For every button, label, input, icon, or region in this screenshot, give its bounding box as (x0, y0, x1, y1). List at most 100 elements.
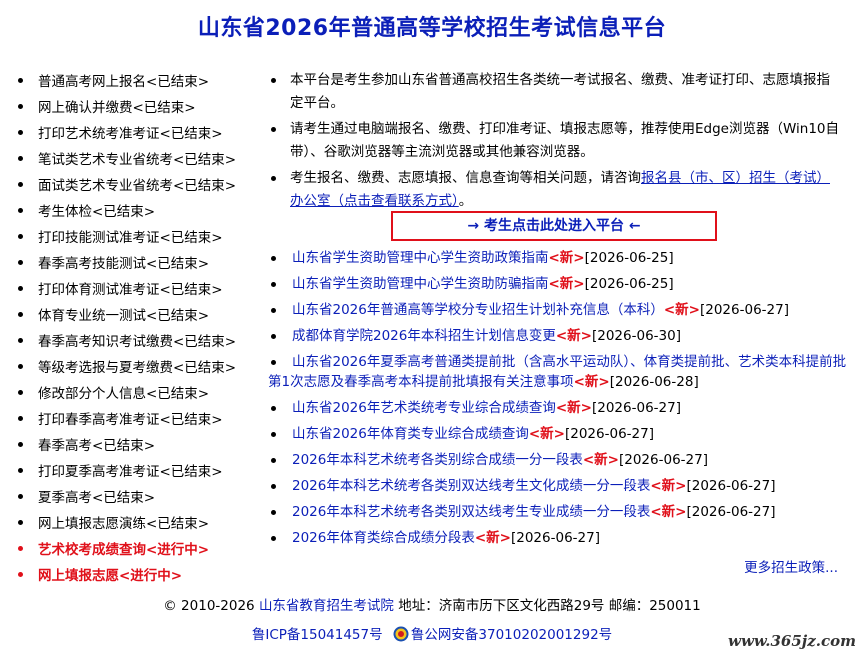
news-date: [2026-06-27] (686, 478, 776, 494)
news-link[interactable]: 2026年体育类综合成绩分段表 (292, 530, 475, 546)
police-record-link[interactable]: 鲁公网安备37010202001292号 (411, 627, 612, 643)
enter-platform-button[interactable]: → 考生点击此处进入平台 ← (391, 211, 717, 241)
menu-item-label[interactable]: 体育专业统一测试<已结束> (38, 308, 209, 324)
menu-item[interactable]: 打印体育测试准考证<已结束> (16, 277, 266, 303)
menu-item-label[interactable]: 修改部分个人信息<已结束> (38, 386, 209, 402)
footer-copyright: © 2010-2026 山东省教育招生考试院 地址：济南市历下区文化西路29号 … (0, 594, 864, 614)
new-badge: <新> (663, 302, 700, 318)
icp-link[interactable]: 鲁ICP备15041457号 (252, 627, 383, 643)
menu-item[interactable]: 网上填报志愿演练<已结束> (16, 511, 266, 537)
bullet-icon (18, 416, 23, 421)
menu-item[interactable]: 春季高考知识考试缴费<已结束> (16, 329, 266, 355)
bullet-icon (18, 312, 23, 317)
news-item: 山东省2026年夏季高考普通类提前批（含高水平运动队）、体育类提前批、艺术类本科… (268, 352, 848, 392)
menu-item[interactable]: 艺术校考成绩查询<进行中> (16, 537, 266, 563)
menu-item-label[interactable]: 网上填报志愿演练<已结束> (38, 516, 209, 532)
news-date: [2026-06-27] (618, 452, 708, 468)
news-date: [2026-06-25] (584, 276, 674, 292)
news-item: 山东省2026年普通高等学校分专业招生计划补充信息（本科）<新>[2026-06… (268, 300, 848, 320)
menu-item-label[interactable]: 夏季高考<已结束> (38, 490, 155, 506)
menu-item[interactable]: 春季高考技能测试<已结束> (16, 251, 266, 277)
bullet-icon (18, 260, 23, 265)
menu-item-label[interactable]: 面试类艺术专业省统考<已结束> (38, 178, 236, 194)
news-link[interactable]: 山东省2026年体育类专业综合成绩查询 (292, 426, 529, 442)
menu-item[interactable]: 网上确认并缴费<已结束> (16, 95, 266, 121)
notice-item: 请考生通过电脑端报名、缴费、打印准考证、填报志愿等，推荐使用Edge浏览器（Wi… (268, 118, 842, 164)
menu-item[interactable]: 打印夏季高考准考证<已结束> (16, 459, 266, 485)
menu-item-label[interactable]: 春季高考技能测试<已结束> (38, 256, 209, 272)
menu-item-label[interactable]: 打印艺术统考准考证<已结束> (38, 126, 223, 142)
news-date: [2026-06-27] (699, 302, 789, 318)
menu-item-label[interactable]: 打印体育测试准考证<已结束> (38, 282, 223, 298)
page-title: 山东省2026年普通高等学校招生考试信息平台 (197, 16, 667, 41)
bullet-icon (271, 510, 276, 515)
news-link[interactable]: 山东省2026年夏季高考普通类提前批（含高水平运动队）、体育类提前批、艺术类本科… (268, 354, 846, 390)
menu-item-label[interactable]: 笔试类艺术专业省统考<已结束> (38, 152, 236, 168)
menu-item[interactable]: 等级考选报与夏考缴费<已结束> (16, 355, 266, 381)
notice-list: 本平台是考生参加山东省普通高校招生各类统一考试报名、缴费、准考证打印、志愿填报指… (268, 69, 842, 216)
address-text: 地址：济南市历下区文化西路29号 邮编：250011 (393, 598, 701, 614)
new-badge: <新> (650, 504, 687, 520)
news-date: [2026-06-27] (686, 504, 776, 520)
news-item: 2026年本科艺术统考各类别综合成绩一分一段表<新>[2026-06-27] (268, 450, 848, 470)
notice-item: 考生报名、缴费、志愿填报、信息查询等相关问题，请咨询报名县（市、区）招生（考试）… (268, 167, 842, 213)
news-link[interactable]: 成都体育学院2026年本科招生计划信息变更 (292, 328, 556, 344)
news-item: 2026年本科艺术统考各类别双达线考生专业成绩一分一段表<新>[2026-06-… (268, 502, 848, 522)
menu-item-label[interactable]: 考生体检<已结束> (38, 204, 155, 220)
menu-item[interactable]: 网上填报志愿<进行中> (16, 563, 266, 589)
news-link[interactable]: 山东省2026年普通高等学校分专业招生计划补充信息（本科） (292, 302, 664, 318)
news-date: [2026-06-27] (564, 426, 654, 442)
menu-item-label[interactable]: 网上确认并缴费<已结束> (38, 100, 196, 116)
news-date: [2026-06-28] (609, 374, 699, 390)
news-item: 成都体育学院2026年本科招生计划信息变更<新>[2026-06-30] (268, 326, 848, 346)
new-badge: <新> (555, 328, 592, 344)
bullet-icon (271, 334, 276, 339)
news-link[interactable]: 2026年本科艺术统考各类别双达线考生专业成绩一分一段表 (292, 504, 650, 520)
menu-item-label[interactable]: 春季高考<已结束> (38, 438, 155, 454)
news-link[interactable]: 山东省2026年艺术类统考专业综合成绩查询 (292, 400, 556, 416)
news-link[interactable]: 2026年本科艺术统考各类别综合成绩一分一段表 (292, 452, 583, 468)
notice-item: 本平台是考生参加山东省普通高校招生各类统一考试报名、缴费、准考证打印、志愿填报指… (268, 69, 842, 115)
menu-item-label[interactable]: 打印夏季高考准考证<已结束> (38, 464, 223, 480)
new-badge: <新> (474, 530, 511, 546)
menu-item[interactable]: 面试类艺术专业省统考<已结束> (16, 173, 266, 199)
menu-item-label[interactable]: 打印春季高考准考证<已结束> (38, 412, 223, 428)
news-item: 山东省学生资助管理中心学生资助政策指南<新>[2026-06-25] (268, 248, 848, 268)
menu-item[interactable]: 笔试类艺术专业省统考<已结束> (16, 147, 266, 173)
bullet-icon (271, 484, 276, 489)
bullet-icon (18, 208, 23, 213)
menu-item[interactable]: 春季高考<已结束> (16, 433, 266, 459)
menu-item[interactable]: 打印艺术统考准考证<已结束> (16, 121, 266, 147)
menu-item[interactable]: 打印技能测试准考证<已结束> (16, 225, 266, 251)
menu-item-label[interactable]: 打印技能测试准考证<已结束> (38, 230, 223, 246)
page: 山东省2026年普通高等学校招生考试信息平台 普通高考网上报名<已结束> 网上确认… (0, 0, 864, 658)
news-item: 山东省2026年艺术类统考专业综合成绩查询<新>[2026-06-27] (268, 398, 848, 418)
bullet-icon (271, 176, 276, 181)
menu-item[interactable]: 修改部分个人信息<已结束> (16, 381, 266, 407)
menu-item-label[interactable]: 网上填报志愿<进行中> (38, 568, 182, 584)
bullet-icon (18, 130, 23, 135)
notice-text: 本平台是考生参加山东省普通高校招生各类统一考试报名、缴费、准考证打印、志愿填报指… (290, 72, 830, 111)
new-badge: <新> (548, 276, 585, 292)
news-link[interactable]: 山东省学生资助管理中心学生资助政策指南 (292, 250, 549, 266)
menu-item[interactable]: 夏季高考<已结束> (16, 485, 266, 511)
menu-item-label[interactable]: 春季高考知识考试缴费<已结束> (38, 334, 236, 350)
menu-item-label[interactable]: 普通高考网上报名<已结束> (38, 74, 209, 90)
bullet-icon (18, 286, 23, 291)
bullet-icon (18, 390, 23, 395)
news-link[interactable]: 2026年本科艺术统考各类别双达线考生文化成绩一分一段表 (292, 478, 650, 494)
bullet-icon (271, 536, 276, 541)
org-link[interactable]: 山东省教育招生考试院 (259, 598, 394, 614)
news-link[interactable]: 山东省学生资助管理中心学生资助防骗指南 (292, 276, 549, 292)
menu-item[interactable]: 打印春季高考准考证<已结束> (16, 407, 266, 433)
bullet-icon (18, 442, 23, 447)
menu-item-label[interactable]: 艺术校考成绩查询<进行中> (38, 542, 209, 558)
news-item: 2026年体育类综合成绩分段表<新>[2026-06-27] (268, 528, 848, 548)
menu-item[interactable]: 普通高考网上报名<已结束> (16, 69, 266, 95)
bullet-icon (18, 234, 23, 239)
watermark: www.365jz.com (728, 632, 856, 650)
more-policies-link[interactable]: 更多招生政策... (744, 556, 838, 576)
menu-item[interactable]: 体育专业统一测试<已结束> (16, 303, 266, 329)
menu-item[interactable]: 考生体检<已结束> (16, 199, 266, 225)
menu-item-label[interactable]: 等级考选报与夏考缴费<已结束> (38, 360, 236, 376)
